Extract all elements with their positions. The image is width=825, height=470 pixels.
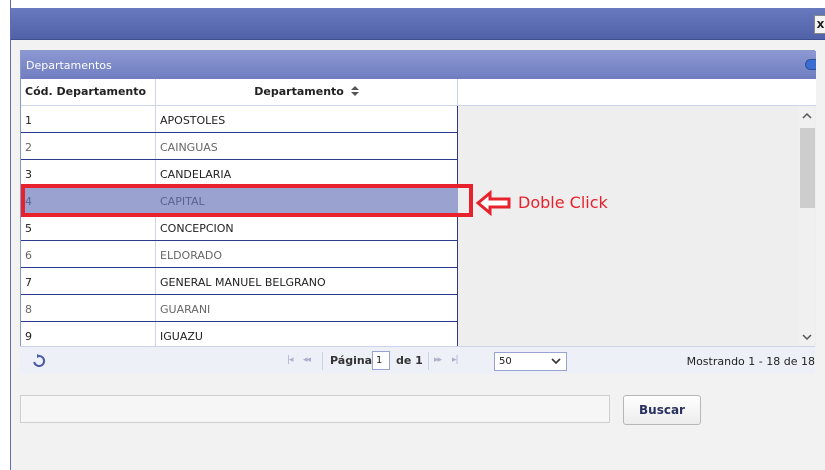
search-input[interactable]: [20, 395, 610, 423]
grid-rows: 1 APOSTOLES 2 CAINGUAS 3 CANDELARIA 4 CA…: [21, 106, 458, 347]
grid-caption-text: Departamentos: [26, 59, 112, 72]
vertical-scrollbar[interactable]: [798, 106, 815, 347]
cell-name: IGUAZU: [156, 322, 458, 347]
pager-separator: [428, 352, 429, 370]
column-header-code-label: Cód. Departamento: [25, 85, 147, 98]
cell-name: ELDORADO: [156, 241, 458, 267]
selection-highlight: [21, 184, 473, 217]
last-page-icon[interactable]: ▸|: [452, 355, 458, 365]
cell-code: 2: [21, 133, 156, 159]
search-button[interactable]: Buscar: [623, 395, 701, 425]
collapse-icon[interactable]: [805, 59, 816, 70]
cell-name: APOSTOLES: [156, 106, 458, 132]
sort-icon: [350, 86, 359, 96]
table-row[interactable]: 8 GUARANI: [21, 295, 458, 322]
grid-empty-area: [458, 106, 816, 347]
cell-code: 5: [21, 214, 156, 240]
page-of-label: de 1: [396, 354, 423, 367]
first-page-icon[interactable]: |◂: [287, 355, 293, 365]
table-row[interactable]: 5 CONCEPCION: [21, 214, 458, 241]
cell-name: GENERAL MANUEL BELGRANO: [156, 268, 458, 294]
page-size-select[interactable]: 50: [494, 352, 567, 371]
scroll-thumb[interactable]: [800, 128, 815, 208]
cell-code: 9: [21, 322, 156, 347]
grid-pager: |◂ ◂◂ Página 1 de 1 ▸▸ ▸| 50 Mostrando 1…: [20, 346, 815, 374]
cell-code: 6: [21, 241, 156, 267]
table-row[interactable]: 9 IGUAZU: [21, 322, 458, 347]
table-row[interactable]: 3 CANDELARIA: [21, 160, 458, 187]
column-header-name[interactable]: Departamento: [156, 79, 458, 106]
pager-separator: [322, 352, 323, 370]
table-row[interactable]: 7 GENERAL MANUEL BELGRANO: [21, 268, 458, 295]
cell-name: CONCEPCION: [156, 214, 458, 240]
page-label: Página: [330, 354, 373, 367]
cell-code: 7: [21, 268, 156, 294]
grid-caption: Departamentos: [21, 51, 816, 79]
titlebar-top-strip: [11, 0, 825, 8]
scroll-down-icon[interactable]: [801, 331, 813, 343]
prev-page-icon[interactable]: ◂◂: [303, 355, 311, 365]
chevron-down-icon: [551, 358, 561, 365]
table-row[interactable]: 1 APOSTOLES: [21, 106, 458, 133]
page-size-value: 50: [499, 356, 512, 367]
refresh-icon[interactable]: [32, 354, 46, 368]
records-info: Mostrando 1 - 18 de 18: [686, 355, 815, 368]
cell-name: CAINGUAS: [156, 133, 458, 159]
cell-code: 1: [21, 106, 156, 132]
cell-name: CANDELARIA: [156, 160, 458, 186]
next-page-icon[interactable]: ▸▸: [434, 355, 442, 365]
column-header-filler: [458, 79, 816, 106]
double-click-annotation: Doble Click: [518, 193, 608, 212]
scroll-up-icon[interactable]: [801, 110, 813, 122]
table-row[interactable]: 6 ELDORADO: [21, 241, 458, 268]
column-header-name-label: Departamento: [254, 85, 344, 98]
page-input[interactable]: 1: [372, 351, 390, 370]
cell-name: GUARANI: [156, 295, 458, 321]
dialog-titlebar[interactable]: x: [11, 0, 825, 40]
close-button[interactable]: x: [814, 15, 825, 34]
cell-code: 3: [21, 160, 156, 186]
column-header-code[interactable]: Cód. Departamento: [21, 79, 156, 106]
arrow-left-icon: [476, 190, 511, 216]
cell-code: 8: [21, 295, 156, 321]
table-row[interactable]: 2 CAINGUAS: [21, 133, 458, 160]
